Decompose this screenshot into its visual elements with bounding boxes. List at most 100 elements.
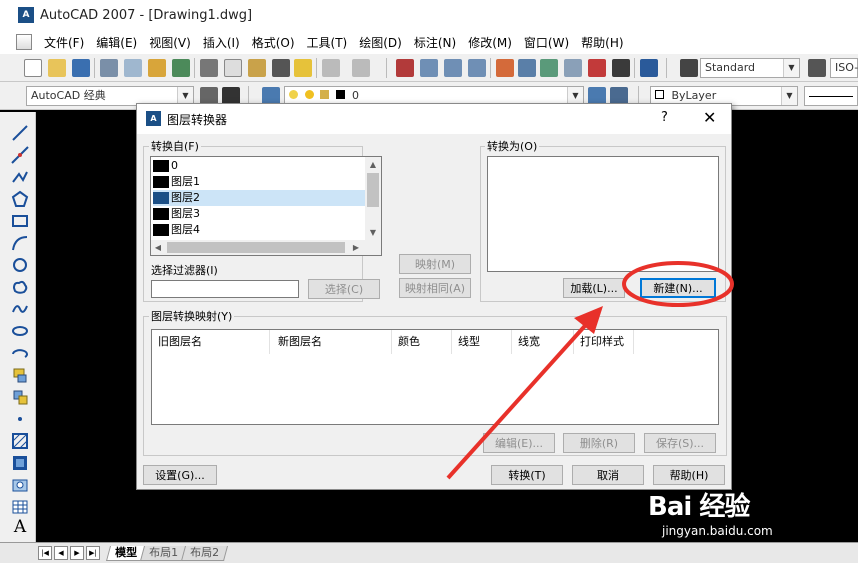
scroll-thumb[interactable] bbox=[367, 173, 379, 207]
new-file-icon[interactable] bbox=[24, 59, 42, 77]
select-button[interactable]: 选择(C) bbox=[308, 279, 380, 299]
properties-icon[interactable] bbox=[496, 59, 514, 77]
open-file-icon[interactable] bbox=[48, 59, 66, 77]
menu-window[interactable]: 窗口(W) bbox=[518, 34, 575, 51]
column-header-plot-style[interactable]: 打印样式 bbox=[574, 330, 634, 354]
scroll-thumb[interactable] bbox=[167, 242, 345, 253]
revision-cloud-icon[interactable] bbox=[11, 278, 29, 296]
scroll-down-icon[interactable]: ▼ bbox=[366, 225, 380, 239]
point-icon[interactable] bbox=[11, 410, 29, 428]
edit-button[interactable]: 编辑(E)... bbox=[483, 433, 555, 453]
multiline-text-icon[interactable]: A bbox=[11, 517, 29, 537]
undo-icon[interactable] bbox=[322, 59, 340, 77]
chevron-down-icon[interactable]: ▼ bbox=[781, 87, 797, 105]
load-button[interactable]: 加载(L)... bbox=[563, 278, 625, 298]
arc-icon[interactable] bbox=[11, 234, 29, 252]
menu-modify[interactable]: 修改(M) bbox=[462, 34, 518, 51]
calculator-icon[interactable] bbox=[612, 59, 630, 77]
list-item[interactable]: 0 bbox=[153, 158, 365, 174]
menu-help[interactable]: 帮助(H) bbox=[575, 34, 629, 51]
filter-input[interactable] bbox=[151, 280, 299, 298]
tool-palettes-icon[interactable] bbox=[540, 59, 558, 77]
horizontal-scrollbar[interactable]: ◀ ▶ bbox=[151, 240, 381, 255]
menu-format[interactable]: 格式(O) bbox=[246, 34, 301, 51]
table-icon[interactable] bbox=[11, 498, 29, 516]
zoom-realtime-icon[interactable] bbox=[420, 59, 438, 77]
list-item[interactable]: 图层2 bbox=[153, 190, 365, 206]
last-tab-icon[interactable]: ▶| bbox=[86, 546, 100, 560]
column-header-color[interactable]: 颜色 bbox=[392, 330, 452, 354]
polyline-icon[interactable] bbox=[11, 168, 29, 186]
list-item[interactable]: 图层1 bbox=[153, 174, 365, 190]
copy-icon[interactable] bbox=[224, 59, 242, 77]
translate-from-list[interactable]: 0 图层1 图层2 图层3 图层4 ▲ ▼ ◀ ▶ bbox=[150, 156, 382, 256]
menu-tools[interactable]: 工具(T) bbox=[301, 34, 354, 51]
map-button[interactable]: 映射(M) bbox=[399, 254, 471, 274]
column-header-new-layer[interactable]: 新图层名 bbox=[272, 330, 392, 354]
close-icon[interactable]: ✕ bbox=[703, 108, 716, 127]
new-layer-button[interactable]: 新建(N)... bbox=[640, 278, 716, 298]
insert-block-icon[interactable] bbox=[11, 366, 29, 384]
save-button[interactable]: 保存(S)... bbox=[644, 433, 716, 453]
menu-file[interactable]: 文件(F) bbox=[38, 34, 90, 51]
text-style-combo[interactable]: Standard ▼ bbox=[700, 58, 800, 78]
region-icon[interactable] bbox=[11, 476, 29, 494]
list-item[interactable]: 图层3 bbox=[153, 206, 365, 222]
save-icon[interactable] bbox=[72, 59, 90, 77]
etransmit-icon[interactable] bbox=[172, 59, 190, 77]
ellipse-icon[interactable] bbox=[11, 322, 29, 340]
publish-icon[interactable] bbox=[148, 59, 166, 77]
block-editor-icon[interactable] bbox=[294, 59, 312, 77]
translate-button[interactable]: 转换(T) bbox=[491, 465, 563, 485]
paste-icon[interactable] bbox=[248, 59, 266, 77]
column-header-old-layer[interactable]: 旧图层名 bbox=[152, 330, 270, 354]
menu-view[interactable]: 视图(V) bbox=[143, 34, 197, 51]
pan-icon[interactable] bbox=[396, 59, 414, 77]
column-header-lineweight[interactable]: 线宽 bbox=[512, 330, 574, 354]
redo-icon[interactable] bbox=[352, 59, 370, 77]
spline-icon[interactable] bbox=[11, 300, 29, 318]
menu-edit[interactable]: 编辑(E) bbox=[90, 34, 143, 51]
circle-icon[interactable] bbox=[11, 256, 29, 274]
vertical-scrollbar[interactable]: ▲ ▼ bbox=[365, 157, 381, 240]
plot-preview-icon[interactable] bbox=[124, 59, 142, 77]
document-icon[interactable] bbox=[16, 34, 32, 50]
first-tab-icon[interactable]: |◀ bbox=[38, 546, 52, 560]
settings-button[interactable]: 设置(G)... bbox=[143, 465, 217, 485]
prev-tab-icon[interactable]: ◀ bbox=[54, 546, 68, 560]
text-style-icon[interactable] bbox=[680, 59, 698, 77]
help-icon[interactable] bbox=[640, 59, 658, 77]
gradient-icon[interactable] bbox=[11, 454, 29, 472]
delete-button[interactable]: 删除(R) bbox=[563, 433, 635, 453]
column-header-linetype[interactable]: 线型 bbox=[452, 330, 512, 354]
tab-layout1[interactable]: 布局1 bbox=[139, 545, 188, 561]
zoom-window-icon[interactable] bbox=[444, 59, 462, 77]
polygon-icon[interactable] bbox=[11, 190, 29, 208]
help-icon[interactable]: ? bbox=[661, 110, 668, 125]
line-icon[interactable] bbox=[11, 124, 29, 142]
make-block-icon[interactable] bbox=[11, 388, 29, 406]
sheet-set-icon[interactable] bbox=[564, 59, 582, 77]
dim-style-icon[interactable] bbox=[808, 59, 826, 77]
markup-icon[interactable] bbox=[588, 59, 606, 77]
menu-insert[interactable]: 插入(I) bbox=[197, 34, 246, 51]
tab-layout2[interactable]: 布局2 bbox=[180, 545, 229, 561]
chevron-down-icon[interactable]: ▼ bbox=[783, 59, 799, 77]
cut-icon[interactable] bbox=[200, 59, 218, 77]
print-icon[interactable] bbox=[100, 59, 118, 77]
translate-to-list[interactable] bbox=[487, 156, 719, 272]
scroll-left-icon[interactable]: ◀ bbox=[151, 240, 165, 254]
ellipse-arc-icon[interactable] bbox=[11, 344, 29, 362]
rectangle-icon[interactable] bbox=[11, 212, 29, 230]
match-properties-icon[interactable] bbox=[272, 59, 290, 77]
scroll-up-icon[interactable]: ▲ bbox=[366, 157, 380, 171]
zoom-previous-icon[interactable] bbox=[468, 59, 486, 77]
menu-dimension[interactable]: 标注(N) bbox=[408, 34, 462, 51]
list-item[interactable]: 图层4 bbox=[153, 222, 365, 238]
map-same-button[interactable]: 映射相同(A) bbox=[399, 278, 471, 298]
construction-line-icon[interactable] bbox=[11, 146, 29, 164]
dim-style-combo[interactable]: ISO- bbox=[830, 58, 858, 78]
help-button[interactable]: 帮助(H) bbox=[653, 465, 725, 485]
hatch-icon[interactable] bbox=[11, 432, 29, 450]
mapping-table[interactable]: 旧图层名 新图层名 颜色 线型 线宽 打印样式 bbox=[151, 329, 719, 425]
